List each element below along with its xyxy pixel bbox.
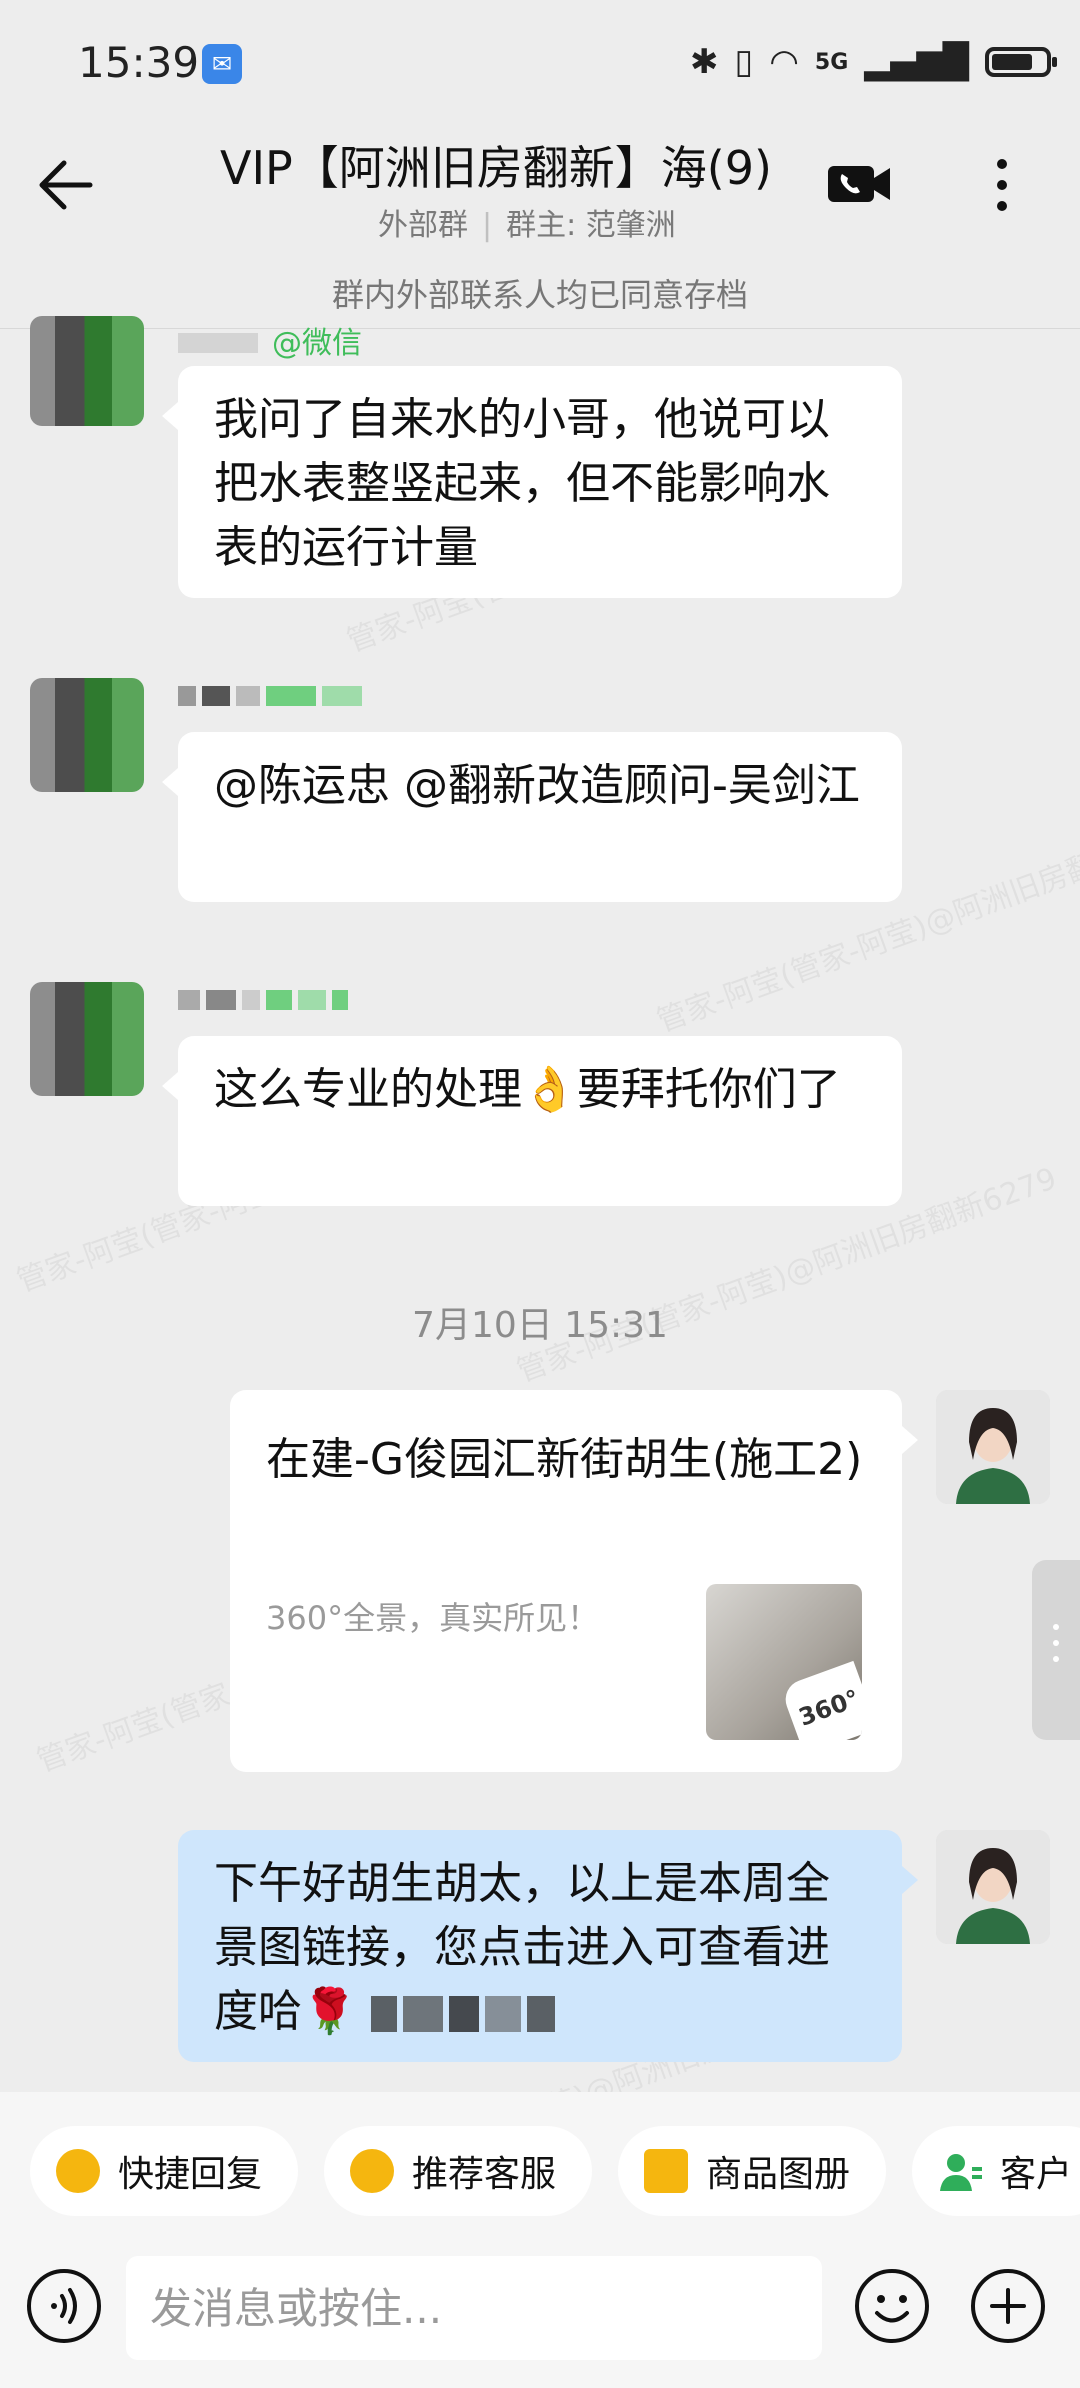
sender-name [178,990,348,1010]
avatar[interactable] [936,1830,1050,1944]
document-icon [644,2149,688,2193]
more-options-button[interactable] [980,150,1024,220]
card-thumbnail: 360° [706,1584,862,1740]
back-arrow-icon [39,160,93,210]
archive-notice: 群内外部联系人均已同意存档 [331,276,748,314]
signal-icon: ▂▄▆█ [864,42,969,82]
panorama-badge: 360° [779,1660,862,1740]
notification-icon: ✉ [202,44,242,84]
network-label: 5G [814,49,849,75]
avatar[interactable] [30,678,144,792]
divider [0,328,1080,329]
message-text: @陈运忠 @翻新改造顾问-吴剑江 [214,760,860,811]
voice-icon [27,2269,101,2343]
status-time: 15:39 [78,38,200,87]
quick-reply-icon [56,2149,100,2193]
chat-title[interactable]: VIP【阿洲旧房翻新】海(9) [220,132,800,198]
quick-reply-chip[interactable]: 快捷回复 [30,2126,298,2216]
chat-bubble-icon [350,2149,394,2193]
link-card[interactable]: 在建-G俊园汇新街胡生(施工2) 360°全景，真实所见！ 360° [230,1390,918,1772]
group-owner: 群主: 范肇洲 [506,208,676,243]
customer-chip[interactable]: 客户 [912,2126,1080,2216]
avatar[interactable] [936,1390,1050,1504]
redacted-text [370,1996,555,2032]
more-vertical-icon [997,159,1007,211]
agent-avatar-icon [936,1830,1050,1944]
side-panel-handle[interactable] [1032,1560,1080,1740]
group-type: 外部群 [378,208,468,243]
avatar[interactable] [30,982,144,1096]
plus-button[interactable] [968,2266,1048,2346]
vibrate-icon: ▯ [734,42,754,82]
card-title: 在建-G俊园汇新街胡生(施工2) [266,1434,863,1485]
quick-action-bar: 快捷回复 推荐客服 商品图册 客户 [0,2092,1080,2242]
message-bubble[interactable]: 这么专业的处理👌要拜托你们了 [162,1036,902,1206]
recommend-service-chip[interactable]: 推荐客服 [324,2126,592,2216]
avatar[interactable] [30,316,144,426]
input-bar [0,2242,1080,2388]
card-description: 360°全景，真实所见！ [266,1599,600,1637]
message-bubble[interactable]: 下午好胡生胡太，以上是本周全景图链接，您点击进入可查看进度哈🌹 [178,1830,918,2062]
agent-avatar-icon [936,1390,1050,1504]
plus-icon [971,2269,1045,2343]
user-icon [938,2149,982,2193]
wifi-icon: ◠ [769,42,799,82]
sender-name: @微信 [178,318,362,362]
message-bubble[interactable]: 我问了自来水的小哥，他说可以把水表整竖起来，但不能影响水表的运行计量 [162,366,902,598]
emoji-button[interactable] [852,2266,932,2346]
message-text: 我问了自来水的小哥，他说可以把水表整竖起来，但不能影响水表的运行计量 [214,394,830,573]
video-call-button[interactable] [826,162,892,206]
message-text: 这么专业的处理👌要拜托你们了 [214,1064,841,1115]
status-bar: 15:39 ✉ ✱ ▯ ◠ 5G ▂▄▆█ [0,0,1080,120]
chat-subtitle: 外部群 | 群主: 范肇洲 [378,208,676,243]
bluetooth-icon: ✱ [690,42,719,82]
product-catalog-chip[interactable]: 商品图册 [618,2126,886,2216]
back-button[interactable] [30,150,100,220]
message-input[interactable] [126,2256,822,2360]
battery-icon [984,47,1057,77]
sender-name [178,686,362,706]
video-call-icon [828,166,890,202]
message-bubble[interactable]: @陈运忠 @翻新改造顾问-吴剑江 [162,732,902,902]
timestamp: 7月10日 15:31 [412,1305,668,1346]
voice-input-button[interactable] [24,2266,104,2346]
emoji-icon [855,2269,929,2343]
